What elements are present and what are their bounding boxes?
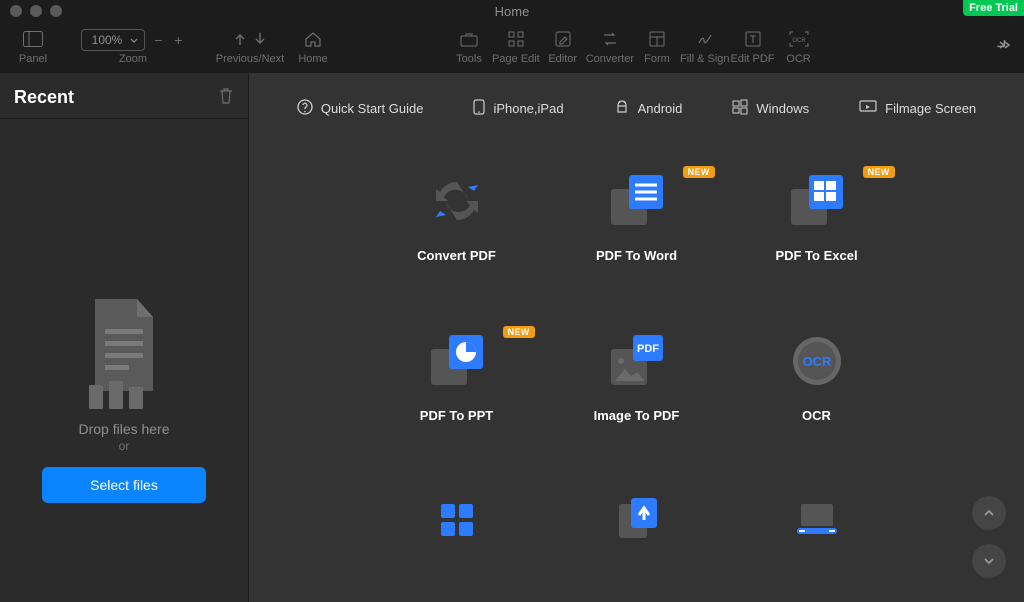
text-icon (745, 31, 761, 50)
converter-button[interactable]: Converter (586, 29, 634, 65)
zoom-select[interactable]: 100% (81, 29, 146, 51)
edit-pdf-button[interactable]: Edit PDF (730, 29, 776, 65)
home-button[interactable]: Home (290, 29, 336, 65)
zoom-out-button[interactable]: − (151, 32, 165, 48)
sidebar: Recent (0, 73, 249, 602)
new-badge: NEW (683, 166, 715, 178)
svg-text:OCR: OCR (802, 354, 832, 369)
sign-icon (697, 31, 713, 50)
panel-icon (23, 31, 43, 50)
convert-icon (601, 31, 619, 50)
ocr-tile-icon: OCR (786, 330, 848, 392)
next-icon (253, 31, 267, 50)
fill-sign-button[interactable]: Fill & Sign (680, 29, 730, 65)
prev-next-buttons[interactable]: Previous/Next (210, 29, 290, 65)
page-edit-button[interactable]: Page Edit (492, 29, 540, 65)
trash-button[interactable] (218, 87, 234, 108)
sidebar-title: Recent (14, 87, 74, 108)
free-trial-badge[interactable]: Free Trial (963, 0, 1024, 16)
edit-icon (555, 31, 571, 50)
screen-icon (859, 100, 877, 117)
iphone-link[interactable]: iPhone,iPad (473, 99, 563, 118)
grid-tile-extra-1[interactable] (367, 490, 547, 550)
tools-grid: Convert PDF NEW PDF To Word (249, 130, 1024, 602)
quick-start-link[interactable]: Quick Start Guide (297, 99, 424, 118)
toolbar-overflow-button[interactable] (994, 38, 1012, 53)
editor-button[interactable]: Editor (540, 29, 586, 65)
pdf-to-word-tile[interactable]: NEW PDF To Word (547, 170, 727, 300)
ocr-icon: OCR (789, 31, 809, 50)
convert-pdf-tile[interactable]: Convert PDF (367, 170, 547, 300)
help-icon (297, 99, 313, 118)
panel-button[interactable]: Panel (10, 29, 56, 65)
sidebar-header: Recent (0, 73, 248, 118)
grid-icon (508, 31, 524, 50)
pdf-ppt-icon (426, 330, 488, 392)
android-icon (614, 99, 630, 118)
ocr-button[interactable]: OCR OCR (776, 29, 822, 65)
svg-text:PDF: PDF (637, 343, 659, 355)
select-files-button[interactable]: Select files (42, 467, 206, 503)
pdf-word-icon (606, 170, 668, 232)
grid-tile-extra-2[interactable] (547, 490, 727, 550)
android-link[interactable]: Android (614, 99, 683, 118)
pdf-excel-icon (786, 170, 848, 232)
drop-zone[interactable]: Drop files here or Select files (0, 118, 248, 602)
chevron-down-icon (130, 33, 138, 47)
pdf-to-excel-tile[interactable]: NEW PDF To Excel (727, 170, 907, 300)
extra-icon-2 (606, 490, 668, 550)
new-badge: NEW (503, 326, 535, 338)
windows-icon (732, 99, 748, 118)
toolbar: Panel 100% − + Zoom Previous/Next (0, 22, 1024, 73)
convert-pdf-icon (426, 170, 488, 232)
pdf-to-ppt-tile[interactable]: NEW PDF To PPT (367, 330, 547, 460)
home-icon (304, 31, 322, 50)
image-pdf-icon: PDF (606, 330, 668, 392)
phone-icon (473, 99, 485, 118)
titlebar: Home Free Trial (0, 0, 1024, 22)
zoom-control: 100% − + Zoom (78, 29, 188, 65)
zoom-in-button[interactable]: + (171, 32, 185, 48)
main: Quick Start Guide iPhone,iPad Android Wi… (249, 73, 1024, 602)
grid-tile-extra-3[interactable] (727, 490, 907, 550)
form-button[interactable]: Form (634, 29, 680, 65)
svg-text:OCR: OCR (792, 38, 806, 44)
toolbox-icon (460, 31, 478, 50)
ocr-tile[interactable]: OCR OCR (727, 330, 907, 460)
extra-icon-3 (786, 490, 848, 550)
new-badge: NEW (863, 166, 895, 178)
image-to-pdf-tile[interactable]: PDF Image To PDF (547, 330, 727, 460)
tools-button[interactable]: Tools (446, 29, 492, 65)
app-window: Home Free Trial Panel 100% − + Zoom (0, 0, 1024, 602)
body: Recent (0, 73, 1024, 602)
form-icon (649, 31, 665, 50)
drop-text: Drop files here (78, 421, 169, 437)
quick-links-bar: Quick Start Guide iPhone,iPad Android Wi… (249, 73, 1024, 130)
drop-or: or (119, 439, 130, 453)
document-icon (81, 299, 167, 409)
scroll-down-button[interactable] (972, 544, 1006, 578)
window-title: Home (0, 4, 1024, 19)
windows-link[interactable]: Windows (732, 99, 809, 118)
extra-icon-1 (426, 490, 488, 550)
filmage-link[interactable]: Filmage Screen (859, 100, 976, 117)
prev-icon (233, 31, 247, 50)
scroll-up-button[interactable] (972, 496, 1006, 530)
